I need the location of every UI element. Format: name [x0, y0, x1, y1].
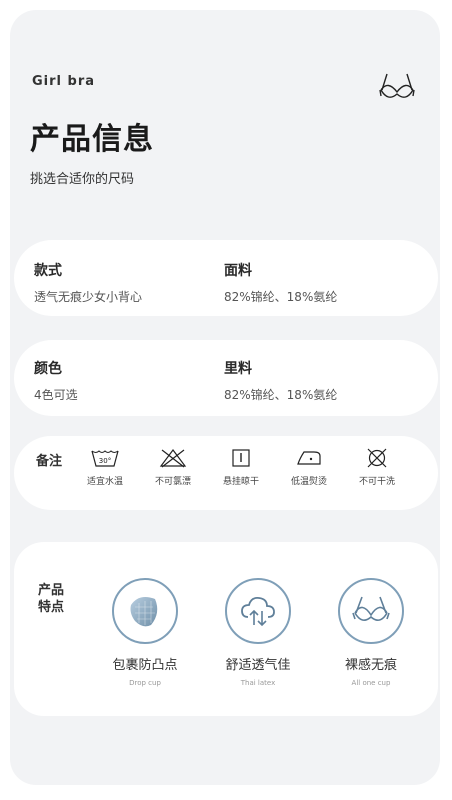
wash-temp-label: 30° — [99, 457, 111, 465]
features-label-line: 产品 — [38, 583, 65, 598]
feature-item: 裸感无痕 All one cup — [316, 578, 426, 687]
page-subtitle: 挑选合适你的尺码 — [30, 172, 135, 187]
info-label: 颜色 — [34, 361, 62, 377]
features-label: 产品 特点 — [38, 582, 68, 616]
care-label: 备注 — [36, 454, 63, 469]
info-label: 款式 — [34, 263, 62, 279]
info-lining: 里料 82%锦纶、18%氨纶 — [224, 358, 337, 403]
care-item-dry: 悬挂晾干 — [206, 448, 276, 487]
info-style: 款式 透气无痕少女小背心 — [34, 260, 142, 305]
info-value: 82%锦纶、18%氨纶 — [224, 290, 338, 304]
care-item-iron: 低温熨烫 — [274, 448, 344, 487]
features-panel: 产品 特点 包裹防凸点 Drop cup 舒适透气佳 Thai latex 裸感… — [14, 542, 438, 716]
feature-title: 包裹防凸点 — [112, 658, 178, 673]
info-fabric: 面料 82%锦纶、18%氨纶 — [224, 260, 337, 305]
hang-dry-icon — [232, 449, 250, 467]
features-label-line: 特点 — [38, 600, 65, 615]
bra-icon — [352, 596, 390, 621]
care-item-dryclean: 不可干洗 — [342, 448, 412, 487]
care-instructions-panel: 备注 30° 适宜水温 不可氯漂 悬挂晾干 低温熨烫 不可干洗 — [14, 436, 438, 510]
wash-30-icon: 30° — [91, 450, 119, 467]
care-item-bleach: 不可氯漂 — [138, 448, 208, 487]
feature-title: 舒适透气佳 — [225, 658, 291, 673]
bra-icon — [379, 73, 415, 98]
info-value: 4色可选 — [34, 388, 78, 402]
care-text: 低温熨烫 — [290, 477, 327, 487]
no-bleach-icon — [159, 449, 187, 468]
feature-title: 裸感无痕 — [344, 658, 397, 673]
care-text: 不可氯漂 — [154, 477, 191, 487]
brand-name: Girl bra — [32, 74, 96, 89]
feature-subtitle: Thai latex — [240, 679, 276, 687]
care-text: 悬挂晾干 — [222, 477, 259, 487]
info-value: 透气无痕少女小背心 — [34, 290, 143, 304]
feature-item: 舒适透气佳 Thai latex — [203, 578, 313, 687]
care-text: 不可干洗 — [358, 477, 395, 487]
cup-pad-icon — [130, 597, 158, 627]
care-text: 适宜水温 — [86, 477, 123, 487]
feature-circle — [225, 578, 291, 644]
page-title: 产品信息 — [30, 122, 154, 157]
feature-circle — [338, 578, 404, 644]
care-item-wash: 30° 适宜水温 — [70, 448, 140, 487]
no-dry-clean-icon — [367, 448, 387, 468]
info-value: 82%锦纶、18%氨纶 — [224, 388, 338, 402]
info-panel-style-fabric: 款式 透气无痕少女小背心 面料 82%锦纶、18%氨纶 — [14, 240, 438, 316]
info-label: 里料 — [224, 361, 252, 377]
cloud-breathable-icon — [241, 596, 275, 627]
feature-subtitle: Drop cup — [129, 679, 161, 687]
info-panel-color-lining: 颜色 4色可选 里料 82%锦纶、18%氨纶 — [14, 340, 438, 416]
info-label: 面料 — [224, 263, 252, 279]
low-iron-icon — [297, 451, 321, 465]
feature-circle — [112, 578, 178, 644]
product-info-card: Girl bra 产品信息 挑选合适你的尺码 款式 透气无痕少女小背心 面料 8… — [10, 10, 440, 785]
feature-item: 包裹防凸点 Drop cup — [90, 578, 200, 687]
feature-subtitle: All one cup — [351, 679, 391, 687]
info-color: 颜色 4色可选 — [34, 358, 78, 403]
